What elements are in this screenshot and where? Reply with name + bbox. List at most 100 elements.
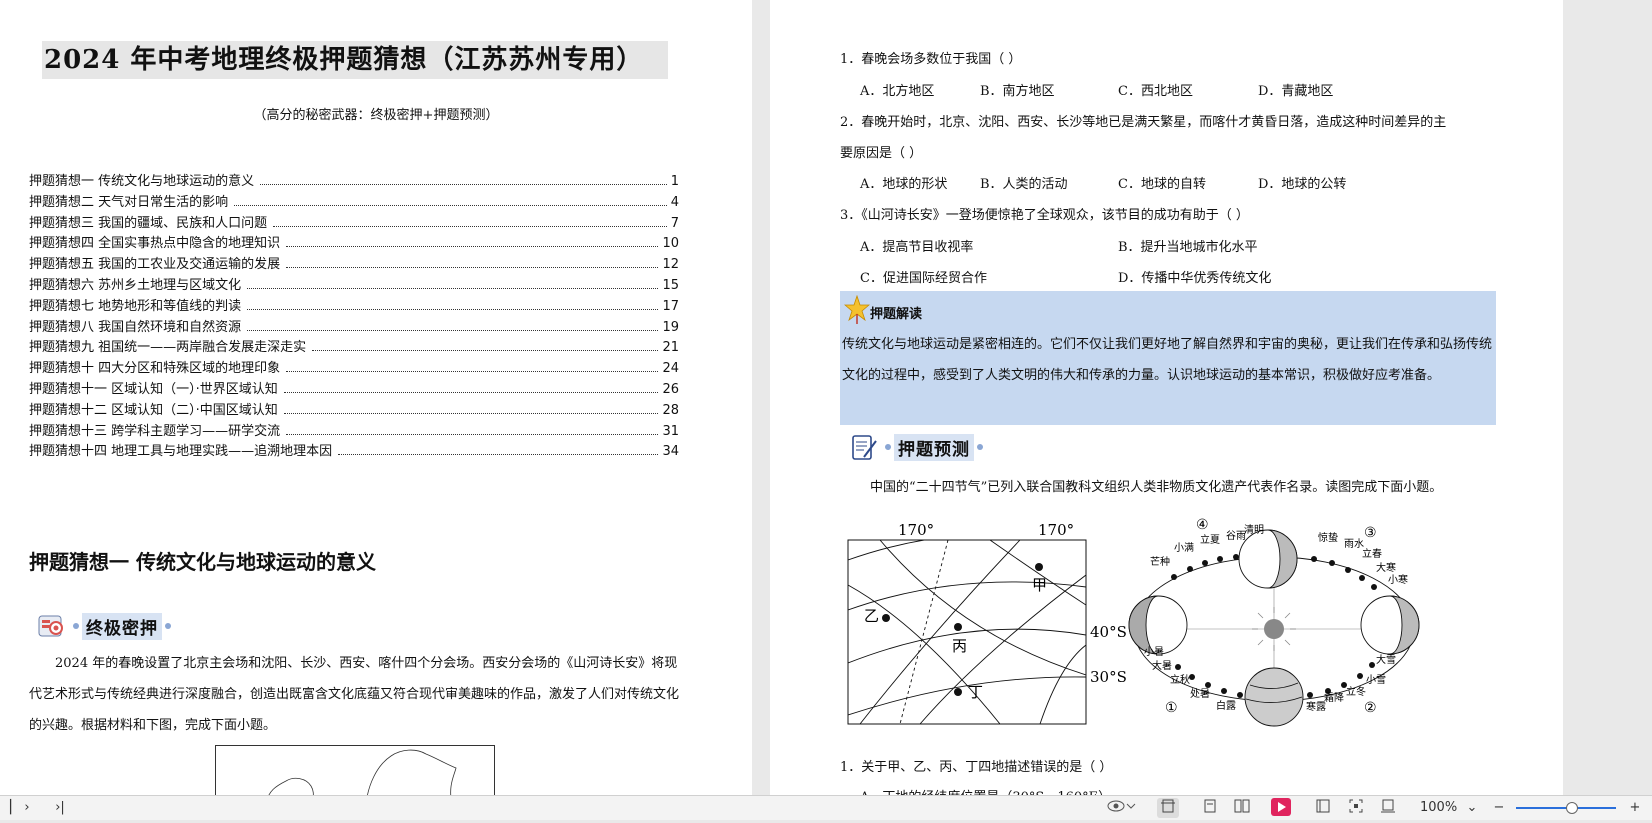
toc-entry-page: 15: [662, 277, 679, 293]
toc-leader-dots: [286, 246, 659, 248]
question-3: 3．《山河诗长安》一登场便惊艳了全球观众，该节目的成功有助于（ ）: [840, 208, 1249, 223]
document-page-left: 2024 年中考地理终极押题猜想（江苏苏州专用） （高分的秘密武器：终极密押+押…: [0, 0, 752, 795]
toc-leader-dots: [273, 225, 667, 227]
term-lidong: 立冬: [1346, 685, 1366, 698]
toc-entry[interactable]: 押题猜想十 四大分区和特殊区域的地理印象 24: [29, 357, 679, 378]
point-bing: 丙: [952, 637, 967, 655]
term-mangzhong: 芒种: [1150, 555, 1170, 568]
term-qingming: 清明: [1244, 523, 1264, 536]
next-question: 1．关于甲、乙、丙、丁四地描述错误的是（ ）: [840, 760, 1113, 775]
q2-option-c: C．地球的自转: [1118, 177, 1206, 192]
toc-entry-title: 押题猜想十一 区域认知（一）·世界区域认知: [29, 381, 278, 397]
point-jia: 甲: [1032, 576, 1047, 594]
q1-option-a: A．北方地区: [860, 84, 935, 99]
term-chushu: 处暑: [1190, 688, 1210, 700]
term-dahan: 大寒: [1376, 561, 1396, 574]
toc-entry[interactable]: 押题猜想十三 跨学科主题学习——研学交流 31: [29, 420, 679, 441]
term-guyu: 谷雨: [1226, 530, 1246, 542]
analysis-title: 押题解读: [870, 306, 923, 322]
orbit-label-2: ②: [1364, 700, 1377, 716]
toc-entry-title: 押题猜想一 传统文化与地球运动的意义: [29, 174, 255, 189]
question-2-line2: 要原因是（ ）: [840, 146, 923, 161]
annotation-icon[interactable]: [1377, 798, 1399, 818]
star-icon: [843, 294, 871, 329]
toc-entry-page: 21: [662, 340, 679, 356]
toc-entry-title: 押题猜想五 我国的工农业及交通运输的发展: [29, 257, 281, 273]
chevron-down-icon[interactable]: ⌄: [1464, 798, 1480, 818]
toc-entry-title: 押题猜想六 苏州乡土地理与区域文化: [29, 277, 242, 293]
toc-entry[interactable]: 押题猜想三 我国的疆域、民族和人口问题 7: [29, 212, 679, 233]
q2-option-b: B．人类的活动: [980, 177, 1068, 192]
toc-entry[interactable]: 押题猜想七 地势地形和等值线的判读 17: [29, 295, 679, 316]
notepad-icon: [850, 433, 878, 461]
toc-entry-title: 押题猜想十二 区域认知（二）·中国区域认知: [29, 402, 278, 418]
eye-protection-dropdown[interactable]: [1104, 798, 1140, 818]
toc-entry[interactable]: 押题猜想九 祖国统一——两岸融合发展走深走实 21: [29, 336, 679, 357]
fit-page-icon[interactable]: [1157, 798, 1179, 818]
lat-label-1: 40°S: [1090, 623, 1127, 641]
q2-option-a: A．地球的形状: [860, 177, 948, 192]
zoom-out-button[interactable]: −: [1488, 798, 1510, 818]
term-bailu: 白露: [1216, 699, 1236, 712]
q2-option-d: D．地球的公转: [1258, 177, 1347, 192]
toc-entry-page: 12: [662, 257, 679, 273]
fullscreen-icon[interactable]: [1345, 798, 1367, 818]
toc-leader-dots: [286, 433, 659, 435]
term-lichun: 立春: [1362, 547, 1382, 560]
zoom-slider-handle[interactable]: [1566, 802, 1578, 814]
q3-option-d: D．传播中华优秀传统文化: [1118, 271, 1272, 286]
term-shuangjiang: 霜降: [1324, 691, 1344, 704]
document-page-right: 1．春晚会场多数位于我国（ ） A．北方地区 B．南方地区 C．西北地区 D．青…: [770, 0, 1563, 795]
term-daxue: 大雪: [1376, 653, 1396, 666]
point-yi: 乙: [864, 607, 879, 625]
toc-entry[interactable]: 押题猜想十四 地理工具与地理实践——追溯地理本因 34: [29, 440, 679, 461]
toc-leader-dots: [286, 267, 659, 269]
play-slideshow-icon[interactable]: [1270, 798, 1292, 818]
term-hanlu: 寒露: [1306, 700, 1326, 713]
toc-leader-dots: [283, 391, 659, 393]
term-jingzhe: 惊蛰: [1318, 531, 1338, 544]
toc-entry-page: 34: [662, 444, 679, 460]
question-1: 1．春晚会场多数位于我国（ ）: [840, 52, 1022, 67]
prediction-intro: 中国的“二十四节气”已列入联合国教科文组织人类非物质文化遗产代表作名录。读图完成…: [870, 480, 1443, 495]
term-dashu: 大暑: [1152, 659, 1172, 672]
term-lixia: 立夏: [1200, 533, 1220, 546]
toc-entry[interactable]: 押题猜想五 我国的工农业及交通运输的发展 12: [29, 253, 679, 274]
zoom-in-button[interactable]: +: [1624, 798, 1646, 818]
reading-mode-icon[interactable]: [1312, 798, 1334, 818]
toc-entry-title: 押题猜想三 我国的疆域、民族和人口问题: [29, 215, 268, 231]
next-question-option-a: A．丁地的经纬度位置是（30°S，160°E）: [860, 786, 1111, 795]
zoom-level[interactable]: 100%: [1420, 798, 1457, 818]
lat-label-2: 30°S: [1090, 668, 1127, 686]
toc-entry[interactable]: 押题猜想四 全国实事热点中隐含的地理知识 10: [29, 232, 679, 253]
point-ding: 丁: [968, 683, 983, 701]
china-map-image: [215, 745, 495, 795]
term-liqiu: 立秋: [1170, 673, 1190, 686]
toc-entry[interactable]: 押题猜想十一 区域认知（一）·世界区域认知 26: [29, 378, 679, 399]
term-xiaohan: 小寒: [1388, 573, 1408, 586]
term-yushui: 雨水: [1344, 538, 1364, 550]
toc-entry[interactable]: 押题猜想十二 区域认知（二）·中国区域认知 28: [29, 399, 679, 420]
toc-entry-title: 押题猜想十四 地理工具与地理实践——追溯地理本因: [29, 444, 333, 460]
toc-leader-dots: [338, 454, 659, 456]
next-page-button[interactable]: ›: [16, 798, 38, 818]
single-page-icon[interactable]: [1199, 798, 1221, 818]
final-secret-badge: 终极密押: [38, 612, 174, 640]
q1-option-d: D．青藏地区: [1258, 84, 1334, 99]
analysis-text: 传统文化与地球运动是紧密相连的。它们不仅让我们更好地了解自然界和宇宙的奥秘，更让…: [842, 337, 1493, 383]
toc-leader-dots: [283, 412, 659, 414]
toc-entry[interactable]: 押题猜想八 我国自然环境和自然资源 19: [29, 316, 679, 337]
toc-entry-page: 1: [670, 174, 679, 189]
toc-entry-title: 押题猜想九 祖国统一——两岸融合发展走深走实: [29, 340, 307, 356]
two-page-icon[interactable]: [1231, 798, 1253, 818]
toc-entry[interactable]: 押题猜想六 苏州乡土地理与区域文化 15: [29, 274, 679, 295]
term-xiaoxue: 小雪: [1366, 674, 1386, 686]
toc-entry-page: 17: [662, 298, 679, 314]
term-xiaoman: 小满: [1174, 542, 1194, 554]
toc-entry-title: 押题猜想七 地势地形和等值线的判读: [29, 298, 242, 314]
toc-entry[interactable]: 押题猜想一 传统文化与地球运动的意义 1: [29, 170, 679, 191]
last-page-button[interactable]: ›|: [46, 798, 74, 818]
toc-entry[interactable]: 押题猜想二 天气对日常生活的影响 4: [29, 191, 679, 212]
toc-entry-page: 4: [670, 194, 679, 210]
orbit-label-3: ③: [1364, 525, 1377, 541]
